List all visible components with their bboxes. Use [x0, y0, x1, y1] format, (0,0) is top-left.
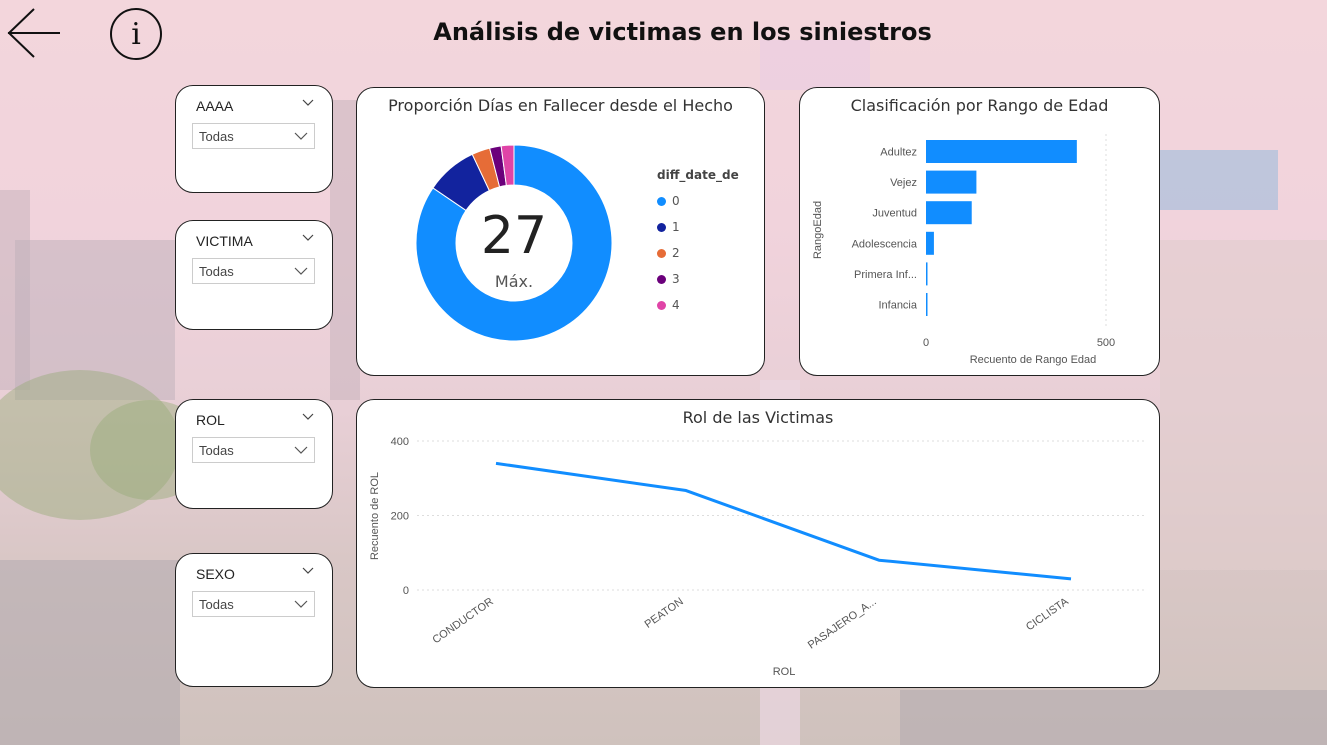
legend-item[interactable]: 3 [657, 272, 680, 286]
bar-Vejez[interactable] [926, 170, 977, 194]
chevron-down-icon[interactable] [302, 96, 314, 108]
x-tick-label: CONDUCTOR [430, 596, 495, 647]
bar-Adultez[interactable] [926, 140, 1077, 163]
line-series[interactable] [495, 461, 1072, 581]
chevron-down-icon [294, 446, 308, 454]
legend-item[interactable]: 4 [657, 298, 680, 312]
bar-Infancia[interactable] [926, 293, 928, 316]
chevron-down-icon[interactable] [302, 564, 314, 576]
legend-dot-icon [657, 223, 666, 232]
legend-label: 2 [672, 246, 680, 260]
x-tick-label: PASAJERO_A... [806, 596, 879, 652]
legend-dot-icon [657, 301, 666, 310]
x-tick-label: PEATON [643, 596, 686, 631]
slicer-dropdown[interactable]: Todas [192, 258, 315, 284]
x-tick-label: 0 [923, 337, 929, 349]
legend-label: 4 [672, 298, 680, 312]
bar-Adolescencia[interactable] [926, 231, 934, 255]
bar-category-label: Primera Inf... [854, 269, 917, 281]
y-axis-title: RangoEdad [812, 201, 824, 259]
legend-title: diff_date_de [657, 168, 739, 182]
slicer-dropdown[interactable]: Todas [192, 591, 315, 617]
x-axis-title: ROL [773, 666, 796, 678]
line-chart[interactable]: 0 200 400 CONDUCTOR PEATON PASAJERO_A... CICLI… [357, 400, 1159, 687]
x-axis-title: Recuento de Rango Edad [970, 354, 1097, 366]
slicer-value: Todas [199, 129, 234, 144]
donut-center-label: Máx. [494, 272, 534, 291]
slicer-title: ROL [196, 412, 225, 428]
bar-Juventud[interactable] [926, 201, 972, 225]
bar-chart[interactable]: Adultez Vejez Juventud Adolescencia Primera … [800, 88, 1159, 375]
slicer-dropdown[interactable]: Todas [192, 123, 315, 149]
page-title: Análisis de victimas en los siniestros [433, 18, 932, 46]
bar-category-label: Adolescencia [852, 238, 918, 250]
chevron-down-icon[interactable] [302, 231, 314, 243]
legend-dot-icon [657, 197, 666, 206]
slicer-title: VICTIMA [196, 233, 253, 249]
slicer-victima: VICTIMA Todas [175, 220, 333, 330]
slicer-title: SEXO [196, 566, 235, 582]
chevron-down-icon [294, 600, 308, 608]
y-axis-title: Recuento de ROL [369, 472, 381, 560]
chart-title: Proporción Días en Fallecer desde el Hec… [388, 96, 733, 115]
y-tick-label: 0 [403, 585, 409, 597]
info-button[interactable]: i [110, 8, 162, 60]
back-button[interactable] [6, 6, 62, 62]
legend-item[interactable]: 0 [657, 194, 680, 208]
info-icon: i [131, 16, 141, 52]
legend-dot-icon [657, 249, 666, 258]
bar-category-label: Juventud [872, 208, 917, 220]
donut-chart-card: Proporción Días en Fallecer desde el Hec… [356, 87, 765, 376]
bar-chart-card: Clasificación por Rango de Edad Adultez V… [799, 87, 1160, 376]
legend-item[interactable]: 2 [657, 246, 680, 260]
legend-label: 0 [672, 194, 680, 208]
slicer-value: Todas [199, 443, 234, 458]
legend-dot-icon [657, 275, 666, 284]
legend-label: 1 [672, 220, 680, 234]
bar-category-label: Vejez [890, 177, 917, 189]
bar-Primera Inf...[interactable] [926, 262, 928, 286]
chevron-down-icon[interactable] [302, 410, 314, 422]
slicer-sexo: SEXO Todas [175, 553, 333, 687]
bar-category-label: Infancia [878, 300, 917, 312]
legend-item[interactable]: 1 [657, 220, 680, 234]
y-tick-label: 400 [391, 436, 409, 448]
line-chart-card: Rol de las Victimas 0 200 400 CONDUCTOR PEAT… [356, 399, 1160, 688]
donut-center-value: 27 [480, 206, 548, 266]
slicer-rol: ROL Todas [175, 399, 333, 509]
slicer-value: Todas [199, 597, 234, 612]
slicer-title: AAAA [196, 98, 234, 114]
chevron-down-icon [294, 267, 308, 275]
x-tick-label: 500 [1097, 337, 1115, 349]
x-tick-label: CICLISTA [1024, 595, 1071, 633]
slicer-aaaa: AAAA Todas [175, 85, 333, 193]
arrow-left-icon [7, 8, 60, 58]
slicer-value: Todas [199, 264, 234, 279]
bar-category-label: Adultez [880, 147, 917, 159]
slicer-dropdown[interactable]: Todas [192, 437, 315, 463]
legend-label: 3 [672, 272, 680, 286]
chevron-down-icon [294, 132, 308, 140]
y-tick-label: 200 [391, 511, 409, 523]
